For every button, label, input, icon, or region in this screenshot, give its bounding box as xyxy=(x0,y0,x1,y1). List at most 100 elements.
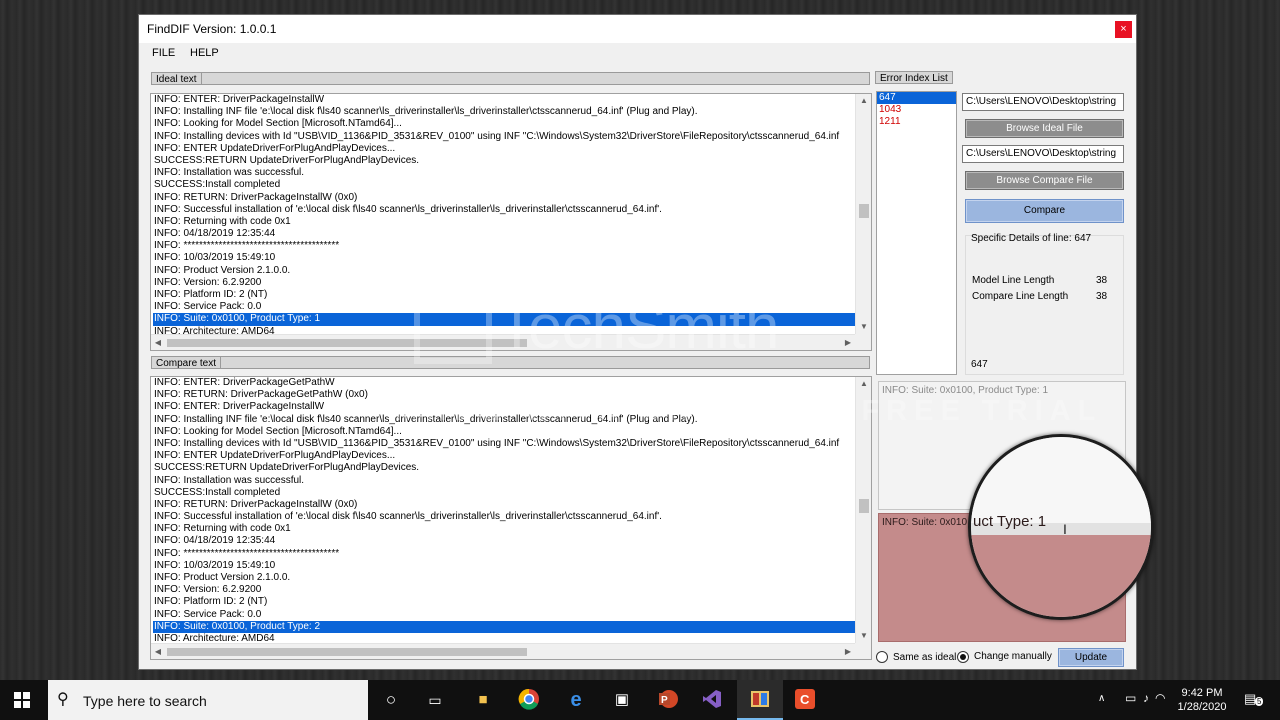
scroll-up-icon[interactable]: ▲ xyxy=(856,94,871,108)
text-line[interactable]: SUCCESS:Install completed xyxy=(153,179,855,191)
compare-line-text: INFO: Suite: 0x010 xyxy=(882,517,968,528)
scroll-down-icon[interactable]: ▼ xyxy=(856,320,871,334)
text-line[interactable]: INFO: Installing INF file 'e:\local disk… xyxy=(153,414,855,426)
svg-text:P: P xyxy=(661,695,668,706)
browse-ideal-button[interactable]: Browse Ideal File xyxy=(965,119,1124,138)
file-explorer-icon[interactable]: ■ xyxy=(471,688,495,712)
volume-icon[interactable]: ♪ xyxy=(1143,691,1149,720)
text-line[interactable]: INFO: Platform ID: 2 (NT) xyxy=(153,596,855,608)
text-line[interactable]: SUCCESS:RETURN UpdateDriverForPlugAndPla… xyxy=(153,462,855,474)
ideal-path-input[interactable]: C:\Users\LENOVO\Desktop\string xyxy=(962,93,1124,111)
scroll-thumb[interactable] xyxy=(167,339,527,347)
taskbar-search-box[interactable]: ⚲ Type here to search xyxy=(48,680,368,720)
error-index-item[interactable]: 647 xyxy=(877,92,956,104)
text-line[interactable]: INFO: **********************************… xyxy=(153,548,855,560)
text-line[interactable]: INFO: Product Version 2.1.0.0. xyxy=(153,265,855,277)
task-view-icon[interactable]: ▭ xyxy=(423,688,447,712)
text-line[interactable]: INFO: Installing devices with Id "USB\VI… xyxy=(153,131,855,143)
text-line[interactable]: INFO: Architecture: AMD64 xyxy=(153,326,855,334)
compare-horizontal-scrollbar[interactable]: ◀ ▶ xyxy=(151,643,855,659)
windows-start-icon[interactable] xyxy=(14,692,30,708)
ideal-lines: INFO: ENTER: DriverPackageInstallW INFO: … xyxy=(153,94,855,334)
scroll-thumb[interactable] xyxy=(859,499,869,513)
chrome-icon[interactable] xyxy=(517,688,541,712)
change-manually-radio[interactable] xyxy=(957,651,969,663)
same-as-ideal-radio[interactable] xyxy=(876,651,888,663)
compare-button[interactable]: Compare xyxy=(965,199,1124,223)
text-line[interactable]: INFO: Successful installation of 'e:\loc… xyxy=(153,204,855,216)
store-icon[interactable]: ▣ xyxy=(610,688,634,712)
text-line[interactable]: INFO: Looking for Model Section [Microso… xyxy=(153,426,855,438)
text-line[interactable]: INFO: Suite: 0x0100, Product Type: 2 xyxy=(153,620,855,633)
text-line[interactable]: INFO: ENTER: DriverPackageGetPathW xyxy=(153,377,855,389)
finddif-icon[interactable] xyxy=(748,688,772,712)
text-line[interactable]: INFO: Looking for Model Section [Microso… xyxy=(153,118,855,130)
error-index-list[interactable]: 647 1043 1211 xyxy=(876,91,957,375)
scroll-thumb[interactable] xyxy=(859,204,869,218)
wifi-icon[interactable]: ◠ xyxy=(1155,691,1165,720)
tray-overflow-icon[interactable]: ∧ xyxy=(1098,693,1105,720)
notification-icon[interactable]: ▤ 5 xyxy=(1244,691,1264,720)
taskbar-clock[interactable]: 9:42 PM 1/28/2020 xyxy=(1168,686,1236,714)
edge-icon[interactable]: e xyxy=(564,688,588,712)
text-line[interactable]: INFO: Installing devices with Id "USB\VI… xyxy=(153,438,855,450)
text-line[interactable]: INFO: Returning with code 0x1 xyxy=(153,216,855,228)
compare-vertical-scrollbar[interactable]: ▲ ▼ xyxy=(855,377,871,643)
scroll-left-icon[interactable]: ◀ xyxy=(151,644,165,659)
ideal-vertical-scrollbar[interactable]: ▲ ▼ xyxy=(855,94,871,334)
text-line[interactable]: INFO: RETURN: DriverPackageGetPathW (0x0… xyxy=(153,389,855,401)
error-index-item[interactable]: 1211 xyxy=(877,116,956,128)
browse-compare-button[interactable]: Browse Compare File xyxy=(965,171,1124,190)
text-line[interactable]: INFO: 10/03/2019 15:49:10 xyxy=(153,252,855,264)
text-line[interactable]: INFO: Installation was successful. xyxy=(153,475,855,487)
text-line[interactable]: INFO: ENTER: DriverPackageInstallW xyxy=(153,94,855,106)
text-line[interactable]: INFO: 04/18/2019 12:35:44 xyxy=(153,535,855,547)
text-line[interactable]: INFO: 04/18/2019 12:35:44 xyxy=(153,228,855,240)
close-button[interactable]: × xyxy=(1115,21,1132,38)
scroll-down-icon[interactable]: ▼ xyxy=(856,629,871,643)
text-line[interactable]: INFO: Service Pack: 0.0 xyxy=(153,609,855,621)
update-button[interactable]: Update xyxy=(1058,648,1124,667)
text-line[interactable]: INFO: **********************************… xyxy=(153,240,855,252)
text-line[interactable]: INFO: ENTER UpdateDriverForPlugAndPlayDe… xyxy=(153,450,855,462)
scroll-left-icon[interactable]: ◀ xyxy=(151,335,165,350)
text-line[interactable]: INFO: Suite: 0x0100, Product Type: 1 xyxy=(153,313,855,326)
cortana-icon[interactable]: ○ xyxy=(379,688,403,712)
text-line[interactable]: INFO: Installing INF file 'e:\local disk… xyxy=(153,106,855,118)
text-line[interactable]: INFO: Successful installation of 'e:\loc… xyxy=(153,511,855,523)
ideal-line-text: INFO: Suite: 0x0100, Product Type: 1 xyxy=(882,385,1049,396)
text-line[interactable]: INFO: Architecture: AMD64 xyxy=(153,633,855,643)
camtasia-icon[interactable]: C xyxy=(793,688,817,712)
text-line[interactable]: INFO: RETURN: DriverPackageInstallW (0x0… xyxy=(153,499,855,511)
error-index-item[interactable]: 1043 xyxy=(877,104,956,116)
text-line[interactable]: INFO: Version: 6.2.9200 xyxy=(153,584,855,596)
text-line[interactable]: INFO: ENTER UpdateDriverForPlugAndPlayDe… xyxy=(153,143,855,155)
details-heading: Specific Details of line: 647 xyxy=(971,233,1092,244)
scroll-right-icon[interactable]: ▶ xyxy=(841,644,855,659)
compare-path-input[interactable]: C:\Users\LENOVO\Desktop\string xyxy=(962,145,1124,163)
magnifier-top xyxy=(971,437,1151,524)
text-line[interactable]: INFO: Platform ID: 2 (NT) xyxy=(153,289,855,301)
powerpoint-icon[interactable]: P xyxy=(656,688,680,712)
network-icon[interactable]: ▭ xyxy=(1125,691,1136,720)
scroll-thumb[interactable] xyxy=(167,648,527,656)
ideal-horizontal-scrollbar[interactable]: ◀ ▶ xyxy=(151,334,855,350)
scroll-up-icon[interactable]: ▲ xyxy=(856,377,871,391)
text-line[interactable]: SUCCESS:Install completed xyxy=(153,487,855,499)
text-line[interactable]: INFO: Product Version 2.1.0.0. xyxy=(153,572,855,584)
text-line[interactable]: INFO: Service Pack: 0.0 xyxy=(153,301,855,313)
text-line[interactable]: INFO: Returning with code 0x1 xyxy=(153,523,855,535)
compare-text-label: Compare text xyxy=(151,356,222,369)
visual-studio-icon[interactable] xyxy=(700,688,724,712)
text-line[interactable]: SUCCESS:RETURN UpdateDriverForPlugAndPla… xyxy=(153,155,855,167)
menu-help[interactable]: HELP xyxy=(190,47,219,59)
ideal-textbox[interactable]: INFO: ENTER: DriverPackageInstallW INFO: … xyxy=(150,93,872,351)
text-line[interactable]: INFO: 10/03/2019 15:49:10 xyxy=(153,560,855,572)
text-line[interactable]: INFO: Version: 6.2.9200 xyxy=(153,277,855,289)
text-line[interactable]: INFO: RETURN: DriverPackageInstallW (0x0… xyxy=(153,192,855,204)
text-line[interactable]: INFO: Installation was successful. xyxy=(153,167,855,179)
scroll-right-icon[interactable]: ▶ xyxy=(841,335,855,350)
text-line[interactable]: INFO: ENTER: DriverPackageInstallW xyxy=(153,401,855,413)
compare-textbox[interactable]: INFO: ENTER: DriverPackageGetPathW INFO: … xyxy=(150,376,872,660)
menu-file[interactable]: FILE xyxy=(152,47,175,59)
